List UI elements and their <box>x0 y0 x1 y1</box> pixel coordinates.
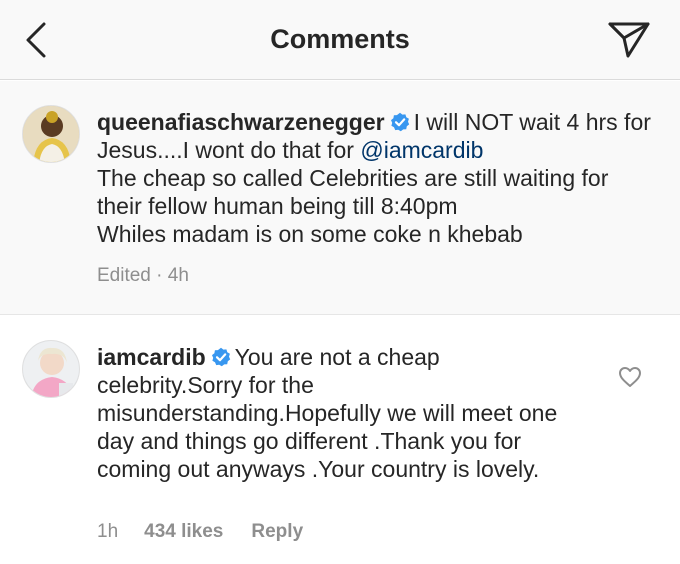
comment-meta: 1h 434 likes Reply <box>97 521 303 543</box>
send-direct-icon <box>608 22 650 58</box>
comment-item: iamcardib You are not a cheap celebrity.S… <box>0 316 680 564</box>
verified-badge-icon <box>211 347 230 367</box>
comment-timestamp: Edited · 4h <box>97 265 189 286</box>
comment-item: queenafiaschwarzenegger I will NOT wait 4… <box>0 81 680 315</box>
user-avatar-icon <box>23 341 79 397</box>
comments-header: Comments <box>0 0 680 80</box>
comment-meta: Edited · 4h <box>97 265 189 287</box>
page-title: Comments <box>270 24 410 54</box>
comment-username[interactable]: iamcardib <box>97 344 206 370</box>
comment-text-part-3: Whiles madam is on some coke n khebab <box>97 221 523 247</box>
verified-badge-icon <box>390 112 409 132</box>
comment-body: iamcardib You are not a cheap celebrity.S… <box>97 343 577 483</box>
like-button[interactable] <box>618 366 642 388</box>
likes-count[interactable]: 434 likes <box>144 521 223 543</box>
comment-username[interactable]: queenafiaschwarzenegger <box>97 109 385 135</box>
reply-button[interactable]: Reply <box>251 521 303 543</box>
comment-timestamp: 1h <box>97 521 119 542</box>
avatar[interactable] <box>22 105 80 163</box>
mention-link[interactable]: @iamcardib <box>360 137 483 163</box>
comment-body: queenafiaschwarzenegger I will NOT wait 4… <box>97 108 657 248</box>
heart-icon <box>619 367 641 387</box>
share-button[interactable] <box>604 18 652 62</box>
user-avatar-icon <box>23 106 79 162</box>
comment-text-part-2: The cheap so called Celebrities are stil… <box>97 165 609 219</box>
avatar[interactable] <box>22 340 80 398</box>
